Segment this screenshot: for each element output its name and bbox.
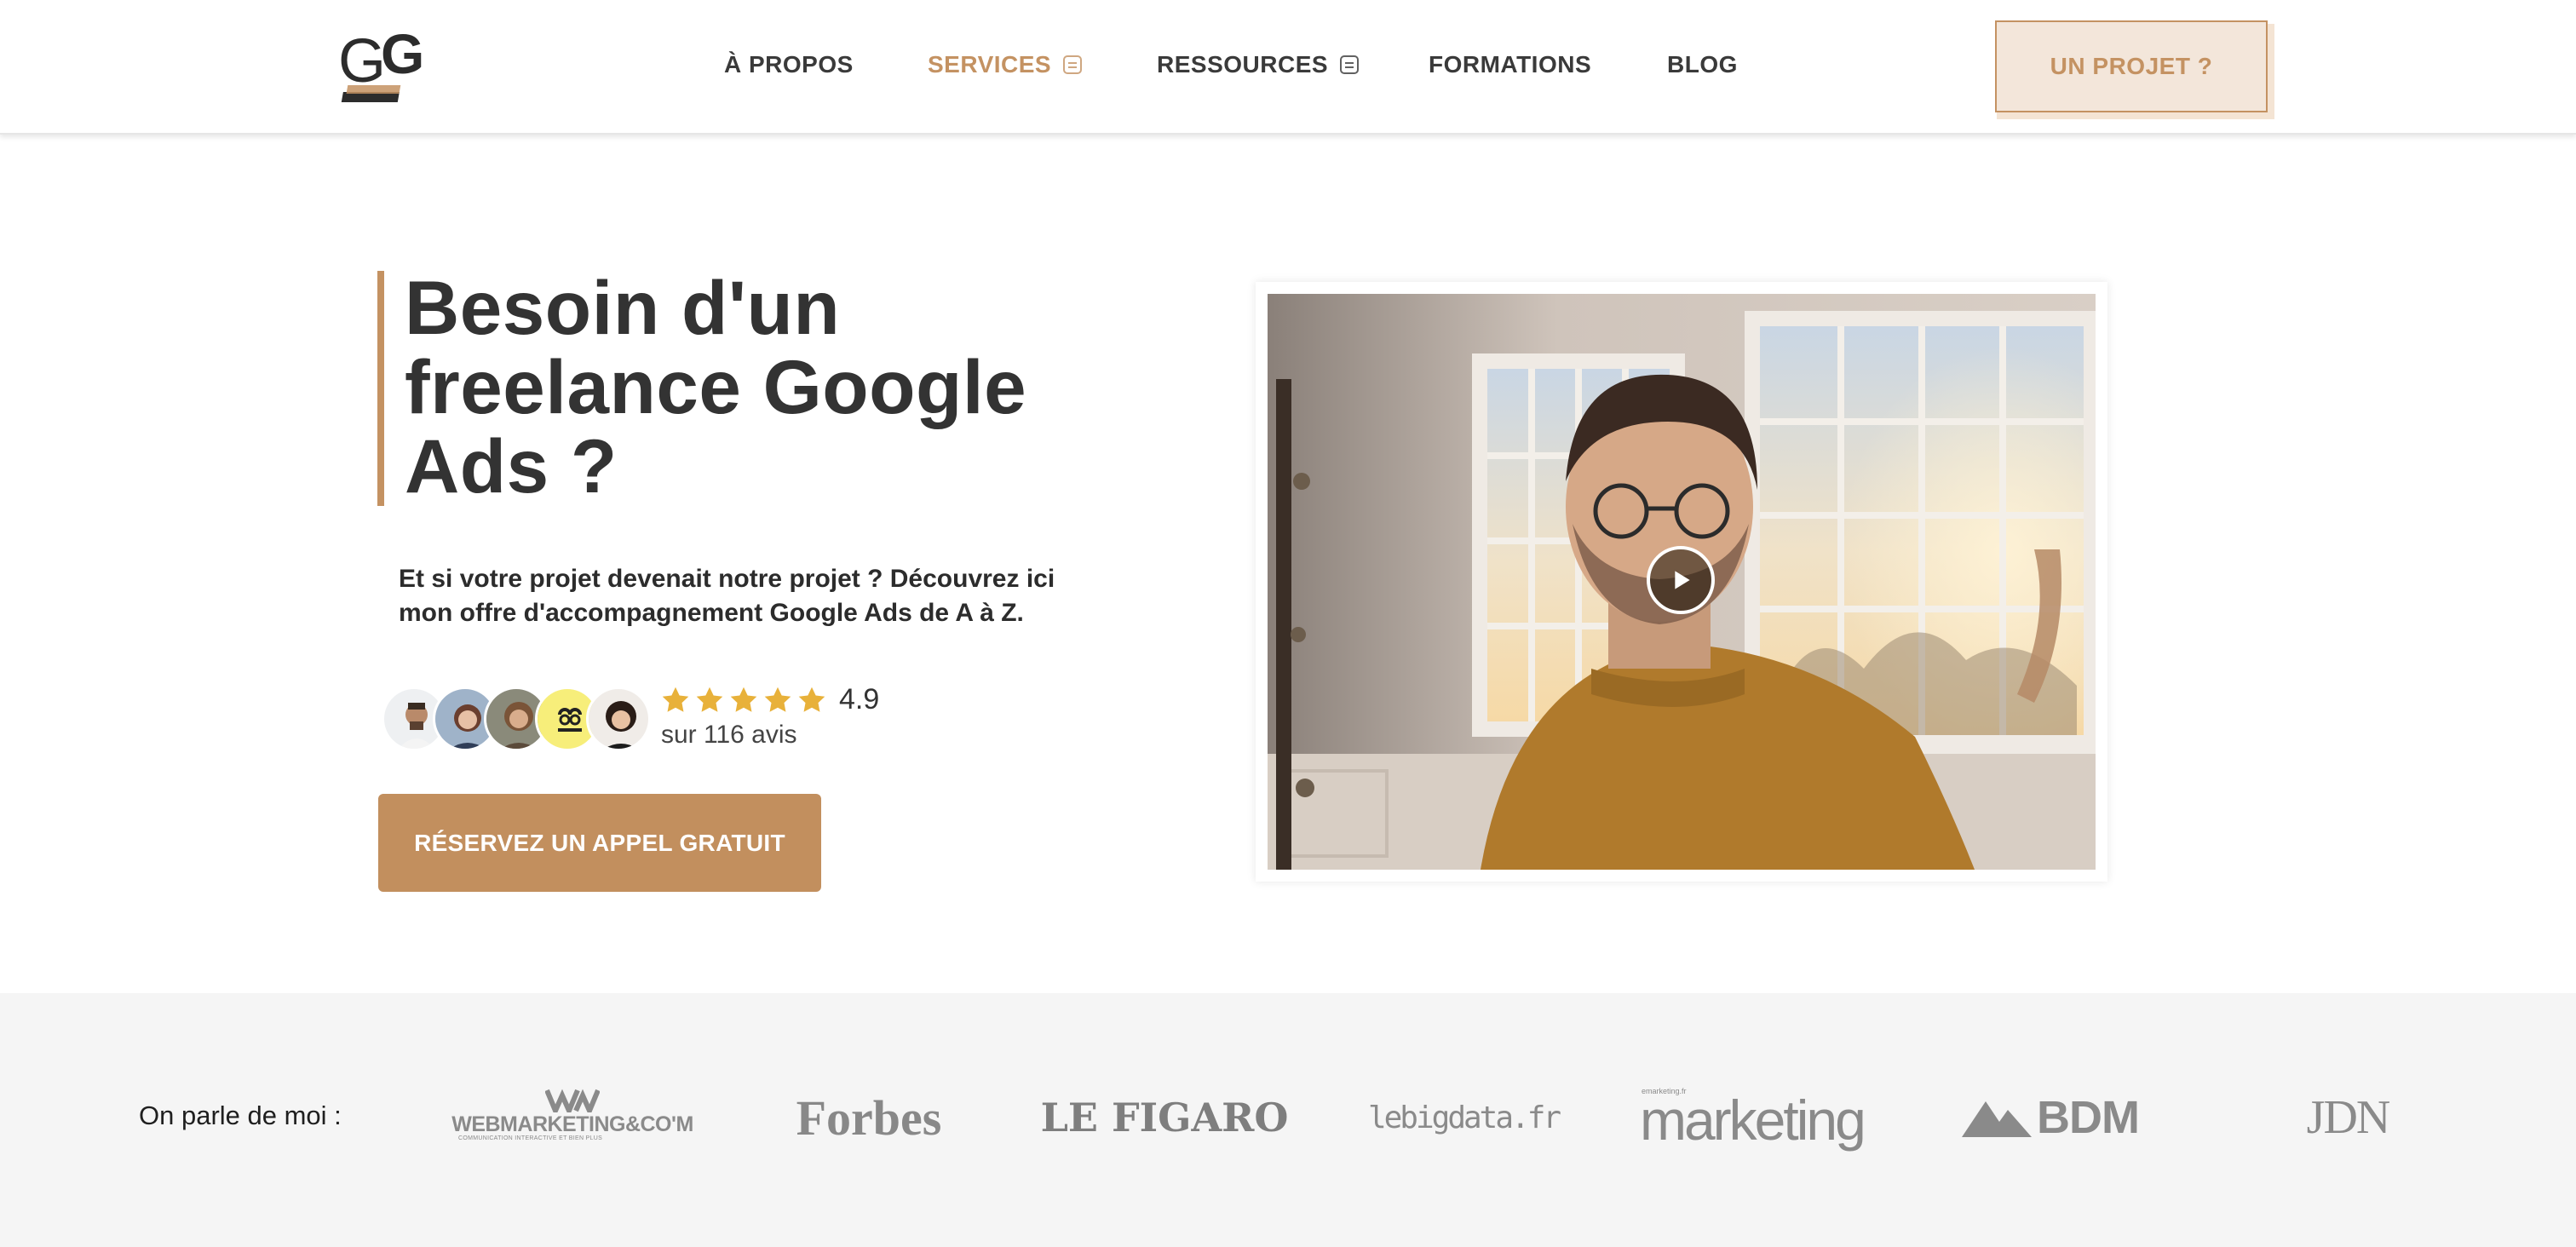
nav-ressources[interactable]: RESSOURCES xyxy=(1157,51,1360,78)
nav-a-propos-label: À PROPOS xyxy=(724,51,854,78)
nav-a-propos[interactable]: À PROPOS xyxy=(724,51,854,78)
nav-formations-label: FORMATIONS xyxy=(1429,51,1592,78)
rating-stars: 4.9 xyxy=(660,683,879,716)
play-button[interactable] xyxy=(1647,546,1715,614)
star-icon xyxy=(730,687,757,712)
hero-title-line: freelance Google xyxy=(405,344,1027,429)
hero-subtitle: Et si votre projet devenait notre projet… xyxy=(399,565,1055,627)
reviewer-avatars xyxy=(382,687,654,751)
title-accent-bar xyxy=(377,271,384,506)
menu-icon xyxy=(1063,55,1083,74)
logo-lebigdata-text: lebigdata.fr xyxy=(1367,1100,1561,1135)
logo-bdm: BDM xyxy=(1956,1092,2145,1143)
svg-text:G: G xyxy=(381,24,424,85)
nav-formations[interactable]: FORMATIONS xyxy=(1429,51,1591,78)
logo-forbes: Forbes xyxy=(796,1089,942,1146)
mountain-icon xyxy=(1962,1101,2032,1137)
reviews-count: sur 116 avis xyxy=(661,721,797,749)
nav-blog[interactable]: BLOG xyxy=(1667,51,1738,78)
logo-marketing-text: marketing xyxy=(1640,1089,1866,1152)
hero-title-line: Besoin d'un xyxy=(405,265,841,350)
logo-bdm-text: BDM xyxy=(2037,1092,2140,1143)
hero-title: Besoin d'un freelance Google Ads ? xyxy=(405,268,1103,506)
logo-le-figaro: LE FIGARO xyxy=(1040,1095,1289,1141)
nav-blog-label: BLOG xyxy=(1667,51,1738,78)
rating-value: 4.9 xyxy=(839,683,880,715)
book-call-button[interactable]: RÉSERVEZ UN APPEL GRATUIT xyxy=(378,794,821,892)
logo-marketing: emarketing.fr marketing xyxy=(1640,1083,1870,1148)
play-icon xyxy=(1675,571,1690,589)
wm-mark-icon xyxy=(545,1089,600,1112)
logo-jdn: JDN xyxy=(2306,1091,2391,1144)
logo-webmarketing-tagline: COMMUNICATION INTERACTIVE ET BIEN PLUS xyxy=(458,1135,603,1141)
star-icon xyxy=(798,687,825,712)
un-projet-button[interactable]: UN PROJET ? xyxy=(1995,20,2268,112)
star-icon xyxy=(662,687,689,712)
nav-services[interactable]: SERVICES xyxy=(928,51,1083,78)
site-header: G G À PROPOS SERVICES RESSOURCES FORMATI… xyxy=(0,0,2576,135)
nav-ressources-label: RESSOURCES xyxy=(1157,51,1329,78)
hero-title-line: Ads ? xyxy=(405,423,618,509)
logo-lebigdata: lebigdata.fr xyxy=(1368,1094,1561,1141)
logo-webmarketing: WEBMARKETING&CO'M COMMUNICATION INTERACT… xyxy=(451,1085,693,1145)
press-label: On parle de moi : xyxy=(139,1100,342,1130)
star-icon xyxy=(764,687,791,712)
star-icon xyxy=(696,687,723,712)
logo-webmarketing-text: WEBMARKETING&CO'M xyxy=(451,1112,693,1136)
nav-services-label: SERVICES xyxy=(928,51,1052,78)
avatar xyxy=(586,687,651,751)
gg-logo[interactable]: G G xyxy=(336,24,443,109)
menu-icon xyxy=(1340,55,1360,74)
